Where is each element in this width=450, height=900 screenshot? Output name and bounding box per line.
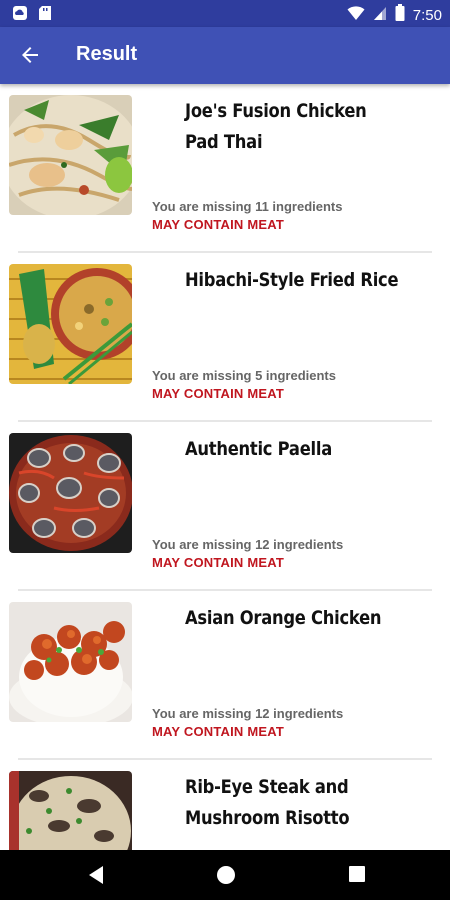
missing-ingredients-text: You are missing 12 ingredients bbox=[152, 537, 344, 552]
back-triangle-icon[interactable] bbox=[88, 865, 104, 890]
signal-icon bbox=[373, 5, 387, 26]
system-nav-bar bbox=[0, 850, 450, 900]
recipe-card[interactable]: Hibachi-Style Fried Rice You are missing… bbox=[0, 253, 450, 422]
recipe-card[interactable]: Asian Orange Chicken You are missing 12 … bbox=[0, 591, 450, 760]
wifi-icon bbox=[347, 5, 365, 26]
meat-warning: MAY CONTAIN MEAT bbox=[152, 724, 285, 739]
recipe-image bbox=[9, 433, 132, 553]
home-circle-icon[interactable] bbox=[216, 865, 236, 890]
recipe-card[interactable]: Rib-Eye Steak and Mushroom Risotto bbox=[0, 760, 450, 850]
recipe-image bbox=[9, 771, 132, 850]
recipe-title: Asian Orange Chicken bbox=[185, 607, 382, 629]
meat-warning: MAY CONTAIN MEAT bbox=[152, 386, 285, 401]
recipe-title: Joe's Fusion Chicken Pad Thai bbox=[185, 100, 367, 153]
arrow-back-icon bbox=[22, 47, 38, 63]
missing-ingredients-text: You are missing 11 ingredients bbox=[152, 199, 343, 214]
recipe-image bbox=[9, 264, 132, 384]
recipe-image bbox=[9, 95, 132, 215]
cloud-icon bbox=[12, 5, 28, 26]
app-bar: Result bbox=[0, 27, 450, 84]
missing-ingredients-text: You are missing 12 ingredients bbox=[152, 706, 344, 721]
recipe-title: Rib-Eye Steak and Mushroom Risotto bbox=[185, 776, 350, 829]
missing-ingredients-text: You are missing 5 ingredients bbox=[152, 368, 336, 383]
status-bar: 7:50 bbox=[0, 0, 450, 27]
recipe-image bbox=[9, 602, 132, 722]
status-time: 7:50 bbox=[412, 6, 442, 24]
recipe-title: Hibachi-Style Fried Rice bbox=[185, 269, 399, 291]
recipe-list[interactable]: Joe's Fusion Chicken Pad Thai You are mi… bbox=[0, 84, 450, 850]
recents-square-icon[interactable] bbox=[348, 865, 366, 888]
recipe-card[interactable]: Joe's Fusion Chicken Pad Thai You are mi… bbox=[0, 84, 450, 253]
sd-card-icon bbox=[38, 5, 52, 26]
page-title: Result bbox=[76, 43, 138, 65]
recipe-title: Authentic Paella bbox=[185, 438, 332, 460]
meat-warning: MAY CONTAIN MEAT bbox=[152, 217, 285, 232]
meat-warning: MAY CONTAIN MEAT bbox=[152, 555, 285, 570]
back-button[interactable] bbox=[18, 43, 42, 67]
recipe-card[interactable]: Authentic Paella You are missing 12 ingr… bbox=[0, 422, 450, 591]
battery-icon bbox=[395, 4, 405, 26]
